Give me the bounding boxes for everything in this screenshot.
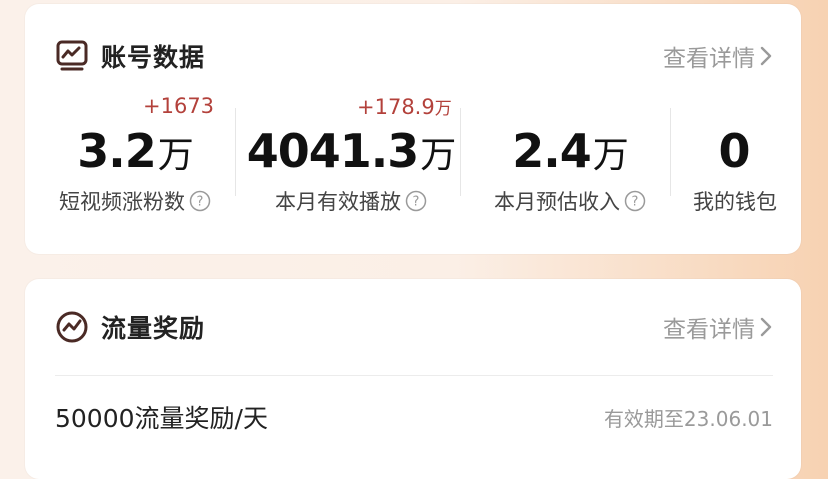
- account-data-header: 账号数据 查看详情: [55, 36, 773, 76]
- stat-value: 4041.3万: [246, 124, 457, 178]
- stat-wallet[interactable]: 0 我的钱包: [675, 94, 795, 224]
- traffic-reward-divider: [55, 375, 773, 376]
- stat-estimated-income[interactable]: 2.4万 本月预估收入 ?: [470, 94, 670, 224]
- stat-divider: [670, 108, 671, 196]
- stat-label: 我的钱包: [693, 190, 777, 214]
- stat-delta: +1673: [143, 94, 215, 118]
- account-data-title: 账号数据: [101, 43, 206, 72]
- question-circle-icon[interactable]: ?: [189, 190, 211, 212]
- question-circle-icon[interactable]: ?: [624, 190, 646, 212]
- chevron-right-icon: [759, 316, 773, 338]
- stat-value: 2.4万: [512, 124, 629, 178]
- traffic-reward-card: 流量奖励 查看详情 50000流量奖励/天 有效期至23.06.01: [25, 279, 801, 479]
- stat-follower-growth[interactable]: +1673 3.2万 短视频涨粉数 ?: [35, 94, 235, 224]
- svg-text:?: ?: [632, 195, 639, 210]
- stat-delta: +178.9万: [357, 95, 452, 119]
- chart-monitor-icon: [55, 39, 89, 73]
- stat-value: 0: [718, 124, 750, 178]
- traffic-reward-item[interactable]: 50000流量奖励/天 有效期至23.06.01: [55, 399, 773, 435]
- svg-text:?: ?: [413, 195, 420, 210]
- traffic-view-details-link[interactable]: 查看详情: [663, 310, 773, 344]
- stat-label: 本月预估收入 ?: [470, 186, 670, 216]
- question-circle-icon[interactable]: ?: [405, 190, 427, 212]
- traffic-reward-title-wrap: 流量奖励: [55, 309, 205, 345]
- svg-text:?: ?: [197, 195, 204, 210]
- stat-label: 本月有效播放 ?: [243, 186, 459, 216]
- reward-name: 50000流量奖励/天: [55, 404, 268, 433]
- account-stats-row: +1673 3.2万 短视频涨粉数 ? +178.9万 4041.3万 本月有效…: [25, 94, 801, 224]
- stat-divider: [460, 108, 461, 196]
- stat-value: 3.2万: [77, 124, 194, 178]
- account-data-card: 账号数据 查看详情 +1673 3.2万 短视频涨粉数 ? +178.9万 40…: [25, 4, 801, 254]
- stat-monthly-plays[interactable]: +178.9万 4041.3万 本月有效播放 ?: [243, 94, 459, 224]
- chevron-right-icon: [759, 45, 773, 67]
- account-data-title-wrap: 账号数据: [55, 38, 205, 74]
- stat-divider: [235, 108, 236, 196]
- traffic-view-details-label: 查看详情: [663, 317, 755, 343]
- stat-label: 短视频涨粉数 ?: [35, 186, 235, 216]
- reward-expiry: 有效期至23.06.01: [603, 406, 773, 431]
- account-view-details-label: 查看详情: [663, 46, 755, 72]
- account-view-details-link[interactable]: 查看详情: [663, 39, 773, 73]
- traffic-trend-icon: [55, 310, 89, 344]
- traffic-reward-header: 流量奖励 查看详情: [55, 307, 773, 347]
- traffic-reward-title: 流量奖励: [101, 314, 206, 343]
